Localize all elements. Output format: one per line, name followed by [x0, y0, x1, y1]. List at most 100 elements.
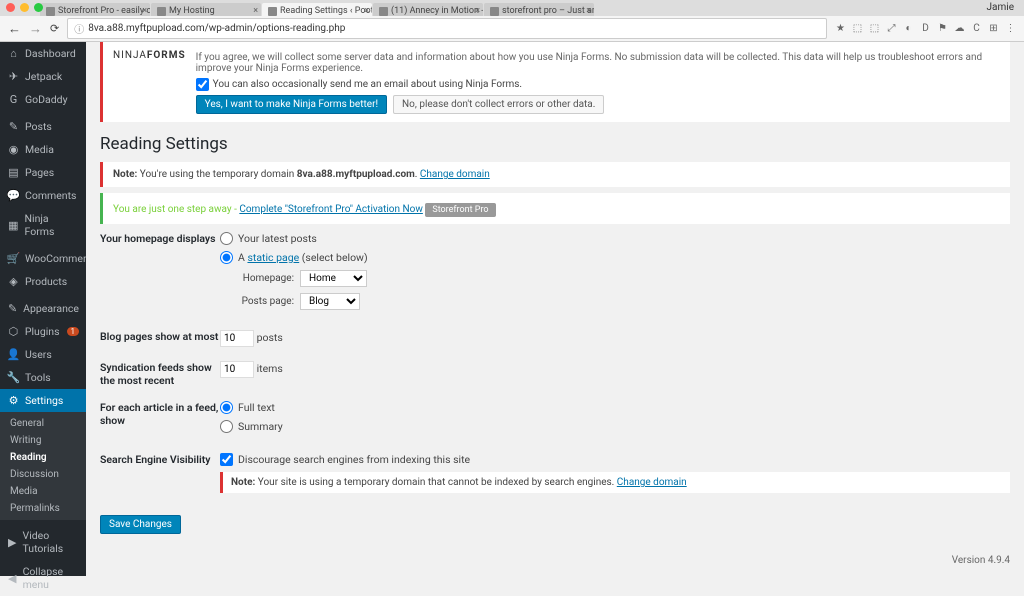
ninja-no-button[interactable]: No, please don't collect errors or other… — [393, 95, 604, 114]
menu-icon: ⬡ — [7, 325, 20, 338]
maximize-window-icon[interactable] — [34, 3, 43, 12]
syndication-label: Syndication feeds show the most recent — [100, 361, 220, 387]
sidebar-item-collapse-menu[interactable]: ◀Collapse menu — [0, 560, 86, 596]
sidebar-item-tools[interactable]: 🔧Tools — [0, 366, 86, 389]
homepage-select[interactable]: Home — [300, 270, 367, 287]
forward-button[interactable]: → — [29, 21, 42, 37]
menu-icon: ⚙ — [7, 394, 20, 407]
page-title: Reading Settings — [100, 134, 1010, 154]
menu-icon: ▤ — [7, 166, 20, 179]
sidebar-item-settings[interactable]: ⚙Settings — [0, 389, 86, 412]
submenu-item-writing[interactable]: Writing — [0, 432, 86, 449]
back-button[interactable]: ← — [8, 21, 21, 37]
menu-icon: ✎ — [7, 302, 18, 315]
tab-label: (11) Annecy in Motion - 4K - S — [391, 6, 483, 16]
close-tab-icon[interactable]: × — [142, 6, 147, 16]
url-input[interactable]: ⓘ 8va.a88.myftpupload.com/wp-admin/optio… — [67, 18, 827, 39]
menu-label: Users — [25, 348, 52, 361]
activate-storefront-link[interactable]: Complete "Storefront Pro" Activation Now — [239, 204, 423, 215]
posts-page-select[interactable]: Blog — [300, 293, 360, 310]
sidebar-item-appearance[interactable]: ✎Appearance — [0, 297, 86, 320]
ninja-email-checkbox[interactable] — [196, 78, 209, 91]
sidebar-item-comments[interactable]: 💬 Comments — [0, 184, 86, 207]
close-tab-icon[interactable]: × — [253, 6, 258, 16]
storefront-activation-notice: You are just one step away - Complete "S… — [100, 193, 1010, 224]
sidebar-item-woocommerce[interactable]: 🛒WooCommerce — [0, 247, 86, 270]
close-tab-icon[interactable]: × — [586, 6, 591, 16]
sidebar-item-products[interactable]: ◈Products — [0, 270, 86, 293]
submenu-item-general[interactable]: General — [0, 415, 86, 432]
sidebar-item-video-tutorials[interactable]: ▶Video Tutorials — [0, 524, 86, 560]
menu-icon: ✈ — [7, 70, 20, 83]
summary-label: Summary — [238, 420, 283, 433]
seo-change-domain-link[interactable]: Change domain — [617, 477, 687, 488]
menu-label: Jetpack — [25, 70, 62, 83]
submenu-item-reading[interactable]: Reading — [0, 449, 86, 466]
favicon-icon — [46, 7, 55, 16]
ext-icon[interactable]: ⚑ — [937, 23, 948, 34]
full-text-radio[interactable] — [220, 401, 233, 414]
menu-label: GoDaddy — [25, 93, 68, 106]
ext-icon[interactable]: ★ — [835, 23, 846, 34]
tab-label: storefront pro – Just another — [502, 6, 594, 16]
full-text-label: Full text — [238, 401, 275, 414]
change-domain-link[interactable]: Change domain — [420, 169, 490, 180]
menu-icon: G — [7, 93, 20, 106]
reload-button[interactable]: ⟳ — [50, 22, 59, 35]
submenu-item-media[interactable]: Media — [0, 483, 86, 500]
submenu-item-permalinks[interactable]: Permalinks — [0, 500, 86, 517]
ext-icon[interactable]: ☁ — [954, 23, 965, 34]
extension-icons: ★ ⬚ ⬚ ⤢ ◐ D ⚑ ☁ C ⊞ ⋮ — [835, 23, 1016, 34]
latest-posts-label: Your latest posts — [238, 232, 317, 245]
minimize-window-icon[interactable] — [20, 3, 29, 12]
blog-pages-input[interactable] — [220, 330, 254, 347]
ext-icon[interactable]: ⊞ — [988, 23, 999, 34]
menu-label: Comments — [25, 189, 76, 202]
static-page-radio[interactable] — [220, 251, 233, 264]
ext-icon[interactable]: ⬚ — [869, 23, 880, 34]
discourage-seo-checkbox[interactable] — [220, 453, 233, 466]
site-info-icon[interactable]: ⓘ — [74, 21, 84, 36]
submenu-item-discussion[interactable]: Discussion — [0, 466, 86, 483]
menu-icon: ◉ — [7, 143, 20, 156]
ext-icon[interactable]: D — [920, 23, 931, 34]
syndication-input[interactable] — [220, 361, 254, 378]
sidebar-item-ninja-forms[interactable]: ▦Ninja Forms — [0, 207, 86, 243]
menu-icon[interactable]: ⋮ — [1005, 23, 1016, 34]
ninja-email-checkbox-row: You can also occasionally send me an ema… — [196, 78, 1000, 91]
sidebar-item-godaddy[interactable]: G GoDaddy — [0, 88, 86, 111]
ninja-notice-text: If you agree, we will collect some serve… — [196, 52, 1000, 74]
close-tab-icon[interactable]: × — [364, 6, 369, 16]
sidebar-item-jetpack[interactable]: ✈ Jetpack — [0, 65, 86, 88]
close-tab-icon[interactable]: × — [475, 6, 480, 16]
favicon-icon — [268, 7, 277, 16]
wp-content-area: NINJAFORMS If you agree, we will collect… — [86, 42, 1024, 576]
latest-posts-radio[interactable] — [220, 232, 233, 245]
address-bar: ← → ⟳ ⓘ 8va.a88.myftpupload.com/wp-admin… — [0, 16, 1024, 42]
menu-icon: 💬 — [7, 189, 20, 202]
ext-icon[interactable]: C — [971, 23, 982, 34]
storefront-pill[interactable]: Storefront Pro — [425, 203, 495, 217]
sidebar-item-posts[interactable]: ✎Posts — [0, 115, 86, 138]
sidebar-item-pages[interactable]: ▤Pages — [0, 161, 86, 184]
summary-radio[interactable] — [220, 420, 233, 433]
blog-pages-label: Blog pages show at most — [100, 330, 220, 343]
sidebar-item-media[interactable]: ◉Media — [0, 138, 86, 161]
ninja-forms-logo: NINJAFORMS — [113, 50, 186, 61]
static-page-link[interactable]: static page — [247, 251, 299, 264]
ext-icon[interactable]: ⬚ — [852, 23, 863, 34]
sidebar-item-users[interactable]: 👤 Users — [0, 343, 86, 366]
browser-chrome: Storefront Pro - easily custom×My Hostin… — [0, 0, 1024, 30]
menu-icon: 👤 — [7, 348, 20, 361]
temporary-domain-notice: Note: You're using the temporary domain … — [100, 162, 1010, 187]
sidebar-item-plugins[interactable]: ⬡Plugins1 — [0, 320, 86, 343]
close-window-icon[interactable] — [6, 3, 15, 12]
wp-admin-sidebar: ⌂Dashboard✈JetpackGGoDaddy✎Posts◉Media▤P… — [0, 42, 86, 576]
sidebar-item-dashboard[interactable]: ⌂Dashboard — [0, 42, 86, 65]
ext-icon[interactable]: ⤢ — [886, 23, 897, 34]
menu-label: Products — [25, 275, 67, 288]
save-changes-button[interactable]: Save Changes — [100, 515, 181, 534]
ninja-email-label: You can also occasionally send me an ema… — [213, 79, 522, 90]
ninja-yes-button[interactable]: Yes, I want to make Ninja Forms better! — [196, 95, 387, 114]
ext-icon[interactable]: ◐ — [903, 23, 914, 34]
